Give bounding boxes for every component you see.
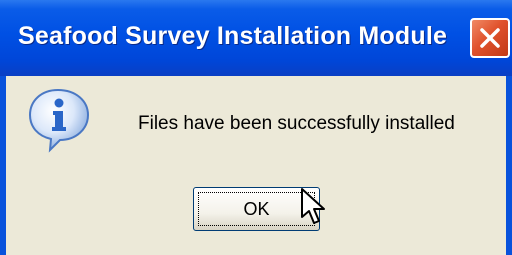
mouse-pointer-icon [300,187,330,232]
ok-button-label: OK [243,198,270,219]
info-icon [24,84,94,159]
close-button[interactable] [470,18,510,58]
close-icon [480,28,500,48]
dialog-title: Seafood Survey Installation Module [18,22,448,50]
title-bar[interactable]: Seafood Survey Installation Module [0,0,512,76]
window-border-left [0,76,6,255]
dialog-message: Files have been successfully installed [138,113,455,134]
message-dialog: Seafood Survey Installation Module Files… [0,0,512,255]
window-border-right [506,76,512,255]
